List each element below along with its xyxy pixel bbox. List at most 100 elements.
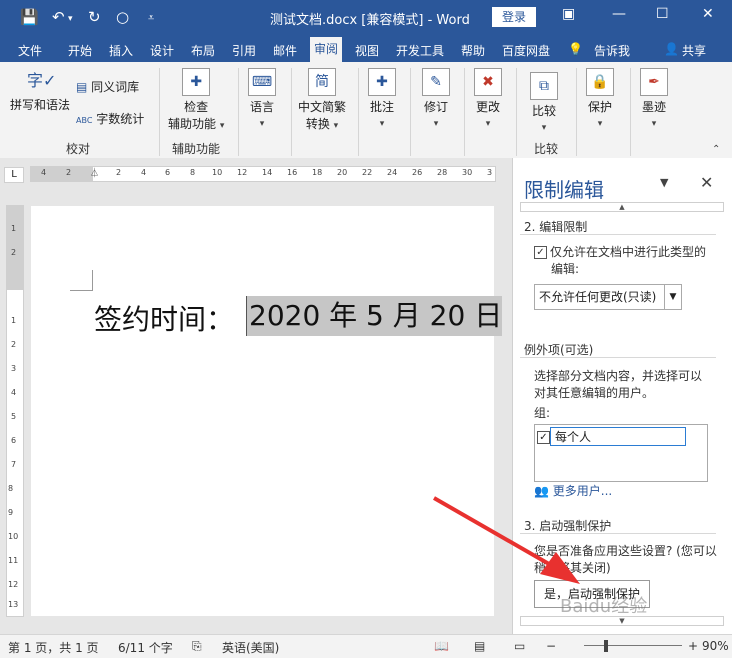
lightbulb-icon[interactable]: 💡 bbox=[568, 42, 583, 56]
read-mode-icon[interactable]: 📖 bbox=[434, 639, 449, 653]
ruler-tick: 4 bbox=[11, 388, 17, 397]
collapse-ribbon-icon[interactable]: ⌃ bbox=[712, 144, 720, 155]
edit-type-select[interactable]: 不允许任何更改(只读) ▼ bbox=[534, 284, 682, 310]
word-count-info[interactable]: 6/11 个字 bbox=[118, 639, 173, 656]
vertical-ruler[interactable]: 1 2 1 2 3 4 5 6 7 8 9 10 11 12 13 bbox=[6, 205, 24, 617]
language-status[interactable]: 英语(美国) bbox=[222, 639, 279, 656]
tab-file[interactable]: 文件 bbox=[18, 42, 42, 59]
thesaurus-icon: ▤ bbox=[76, 80, 88, 94]
ruler-tick: 1 bbox=[11, 224, 17, 233]
ruler-tick: 12 bbox=[237, 168, 248, 177]
undo-icon[interactable]: ↶ bbox=[52, 8, 65, 26]
customize-toolbar-icon[interactable]: ⩡ bbox=[148, 11, 154, 25]
lock-document-icon: 🔒 bbox=[586, 68, 614, 96]
tab-selector[interactable]: L bbox=[4, 167, 24, 183]
ruler-tick: 2 bbox=[116, 168, 122, 177]
ruler-tick: 3 bbox=[11, 364, 17, 373]
date-editable-region[interactable]: 2020 年 5 月 20 日 bbox=[246, 296, 503, 336]
changes-button[interactable]: ✖ 更改 ▾ bbox=[474, 68, 502, 129]
redo-icon[interactable]: ↻ bbox=[88, 8, 101, 26]
group-everyone-item[interactable]: 每个人 bbox=[550, 427, 686, 446]
enforcement-desc-2: 稍后将其关闭) bbox=[534, 561, 611, 575]
track-changes-button[interactable]: ✎ 修订 ▾ bbox=[422, 68, 450, 129]
horizontal-ruler[interactable]: 4 2 2 4 6 8 10 12 14 16 18 20 22 24 26 2… bbox=[30, 166, 496, 182]
pane-scroll-up[interactable]: ▲ bbox=[520, 202, 724, 212]
pane-options-icon[interactable]: ▼ bbox=[660, 176, 668, 189]
autosave-circle-icon[interactable]: ○ bbox=[116, 8, 129, 26]
group-label-proofing: 校对 bbox=[66, 142, 91, 156]
zoom-in-icon[interactable]: + bbox=[688, 639, 698, 653]
tab-review[interactable]: 审阅 bbox=[310, 37, 343, 62]
signing-time-label[interactable]: 签约时间： bbox=[94, 298, 234, 338]
tab-baidu-netdisk[interactable]: 百度网盘 bbox=[502, 42, 550, 59]
group-separator bbox=[159, 68, 160, 156]
exceptions-heading: 例外项(可选) bbox=[524, 343, 594, 357]
conversion-label: 转换 bbox=[305, 117, 330, 131]
undo-dropdown-icon[interactable]: ▾ bbox=[68, 14, 73, 24]
save-icon[interactable]: 💾 bbox=[20, 8, 39, 26]
checkbox-checked-icon[interactable]: ✓ bbox=[537, 431, 550, 444]
spelling-label: 拼写和语法 bbox=[10, 98, 71, 112]
zoom-slider[interactable] bbox=[584, 645, 682, 646]
proofing-status-icon[interactable]: ⎘ bbox=[192, 639, 202, 654]
accept-reject-icon: ✖ bbox=[474, 68, 502, 96]
print-layout-icon[interactable]: ▤ bbox=[474, 639, 485, 653]
ruler-tick: 16 bbox=[287, 168, 298, 177]
ruler-tick: 12 bbox=[8, 580, 19, 589]
changes-label: 更改 bbox=[475, 100, 500, 114]
document-title: 测试文档.docx [兼容模式] - Word bbox=[270, 13, 470, 28]
compare-button[interactable]: ⧉ 比较 ▾ bbox=[530, 72, 558, 133]
tell-me[interactable]: 告诉我 bbox=[594, 42, 630, 59]
spelling-grammar-button[interactable]: 字✓ 拼写和语法 bbox=[10, 68, 70, 113]
tab-layout[interactable]: 布局 bbox=[191, 42, 215, 59]
zoom-level[interactable]: 90% bbox=[702, 639, 729, 653]
close-icon[interactable]: ✕ bbox=[702, 6, 714, 22]
word-count-button[interactable]: ABC 字数统计 bbox=[76, 110, 144, 127]
ruler-tick: 3 bbox=[487, 168, 493, 177]
tab-help[interactable]: 帮助 bbox=[461, 42, 485, 59]
tab-developer[interactable]: 开发工具 bbox=[396, 42, 444, 59]
language-button[interactable]: ⌨ 语言 ▾ bbox=[248, 68, 276, 129]
chevron-down-icon[interactable]: ▼ bbox=[664, 285, 681, 309]
group-separator bbox=[516, 68, 517, 156]
allow-only-checkbox[interactable]: ✓ 仅允许在文档中进行此类型的 bbox=[534, 244, 706, 260]
zoom-slider-thumb[interactable] bbox=[604, 640, 608, 652]
indent-marker-icon[interactable]: ⏃ bbox=[90, 166, 99, 179]
tab-view[interactable]: 视图 bbox=[355, 42, 379, 59]
tab-references[interactable]: 引用 bbox=[232, 42, 256, 59]
track-changes-icon: ✎ bbox=[422, 68, 450, 96]
share-button[interactable]: 共享 bbox=[682, 42, 706, 59]
page-info[interactable]: 第 1 页，共 1 页 bbox=[8, 639, 99, 656]
group-label-accessibility: 辅助功能 bbox=[172, 142, 221, 156]
pane-close-icon[interactable]: ✕ bbox=[700, 173, 713, 192]
document-page[interactable] bbox=[31, 206, 494, 616]
ink-button[interactable]: ✒ 墨迹 ▾ bbox=[640, 68, 668, 129]
checkbox-checked-icon[interactable]: ✓ bbox=[534, 246, 547, 259]
accessibility-label: 辅助功能 bbox=[168, 117, 217, 131]
tab-home[interactable]: 开始 bbox=[68, 42, 92, 59]
minimize-icon[interactable]: — bbox=[612, 6, 626, 22]
thesaurus-button[interactable]: ▤ 同义词库 bbox=[76, 78, 139, 95]
tab-design[interactable]: 设计 bbox=[150, 42, 174, 59]
check-label: 检查 bbox=[184, 100, 209, 114]
ribbon-options-icon[interactable]: ▣ bbox=[562, 6, 575, 22]
tab-mailings[interactable]: 邮件 bbox=[273, 42, 297, 59]
check-accessibility-button[interactable]: ✚ 检查 辅助功能 ▾ bbox=[168, 68, 224, 132]
web-layout-icon[interactable]: ▭ bbox=[514, 639, 525, 653]
login-button[interactable]: 登录 bbox=[492, 7, 536, 27]
maximize-icon[interactable]: ☐ bbox=[656, 6, 669, 22]
tab-insert[interactable]: 插入 bbox=[109, 42, 133, 59]
chinese-conversion-label: 中文简繁 bbox=[298, 100, 347, 114]
ruler-tick: 11 bbox=[8, 556, 19, 565]
ink-label: 墨迹 bbox=[641, 100, 666, 114]
ruler-tick: 20 bbox=[337, 168, 348, 177]
more-users-link[interactable]: 👥 更多用户... bbox=[534, 482, 612, 499]
zoom-out-icon[interactable]: − bbox=[546, 639, 556, 653]
status-bar: 第 1 页，共 1 页 6/11 个字 ⎘ 英语(美国) 📖 ▤ ▭ − + 9… bbox=[0, 634, 732, 658]
language-label: 语言 bbox=[249, 100, 274, 114]
chinese-conversion-button[interactable]: 简 中文简繁 转换 ▾ bbox=[298, 68, 346, 132]
group-separator bbox=[576, 68, 577, 156]
comments-button[interactable]: ✚ 批注 ▾ bbox=[368, 68, 396, 129]
person-icon[interactable]: 👤 bbox=[664, 42, 679, 56]
protect-button[interactable]: 🔒 保护 ▾ bbox=[586, 68, 614, 129]
